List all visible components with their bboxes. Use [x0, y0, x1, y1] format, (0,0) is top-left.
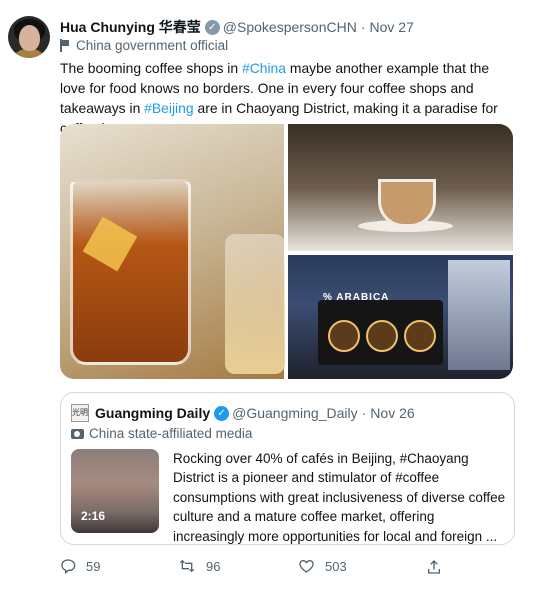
photo-coffee-kiosk[interactable]: % ARABICA [288, 255, 513, 379]
retweet-icon [179, 559, 195, 573]
retweet-count: 96 [206, 558, 221, 574]
hashtag-beijing-link[interactable]: #Beijing [144, 100, 193, 116]
action-bar: 59 96 503 [60, 558, 490, 580]
quoted-text: Rocking over 40% of cafés in Beijing, #C… [173, 451, 506, 544]
author-handle[interactable]: @SpokespersonCHN [223, 19, 357, 35]
tweet-text-part: The booming coffee shops in [60, 60, 242, 76]
separator-dot: · [361, 405, 367, 421]
quoted-label-text: China state-affiliated media [89, 426, 253, 441]
video-duration: 2:16 [81, 509, 106, 523]
quoted-handle[interactable]: @Guangming_Daily [232, 405, 358, 421]
video-thumbnail[interactable]: 2:16 [71, 449, 159, 533]
author-name[interactable]: Hua Chunying 华春莹 [60, 17, 201, 37]
account-label-text: China government official [76, 38, 229, 53]
quoted-avatar[interactable]: 光明 [71, 404, 89, 422]
tweet-header: Hua Chunying 华春莹 ✓ @SpokespersonCHN · No… [60, 17, 414, 37]
media-gallery: % ARABICA [60, 124, 513, 379]
quoted-tweet[interactable]: 光明 Guangming Daily ✓ @Guangming_Daily · … [60, 392, 515, 545]
share-icon [428, 560, 440, 574]
quoted-header: 光明 Guangming Daily ✓ @Guangming_Daily · … [71, 404, 415, 422]
reply-count: 59 [86, 558, 101, 574]
quoted-date[interactable]: Nov 26 [370, 405, 414, 421]
flag-icon [60, 39, 70, 52]
quoted-author-name[interactable]: Guangming Daily [95, 405, 210, 421]
reply-icon [61, 559, 76, 574]
camera-icon [71, 428, 84, 439]
reply-button[interactable]: 59 [60, 558, 100, 574]
kiosk-sign: % ARABICA [323, 292, 390, 303]
separator-dot: · [360, 19, 366, 35]
author-avatar[interactable] [8, 16, 50, 58]
tweet-date[interactable]: Nov 27 [370, 19, 414, 35]
share-button[interactable] [426, 558, 452, 576]
like-button[interactable]: 503 [298, 558, 347, 574]
verified-badge-icon: ✓ [204, 19, 220, 35]
photo-coffee-cup[interactable] [288, 124, 513, 251]
verified-badge-icon: ✓ [214, 405, 230, 421]
heart-icon [299, 559, 314, 573]
retweet-button[interactable]: 96 [178, 558, 220, 574]
account-label: China government official [60, 38, 228, 53]
quoted-account-label: China state-affiliated media [71, 426, 252, 441]
like-count: 503 [325, 558, 347, 574]
photo-iced-drink[interactable] [60, 124, 285, 379]
hashtag-china-link[interactable]: #China [242, 60, 286, 76]
